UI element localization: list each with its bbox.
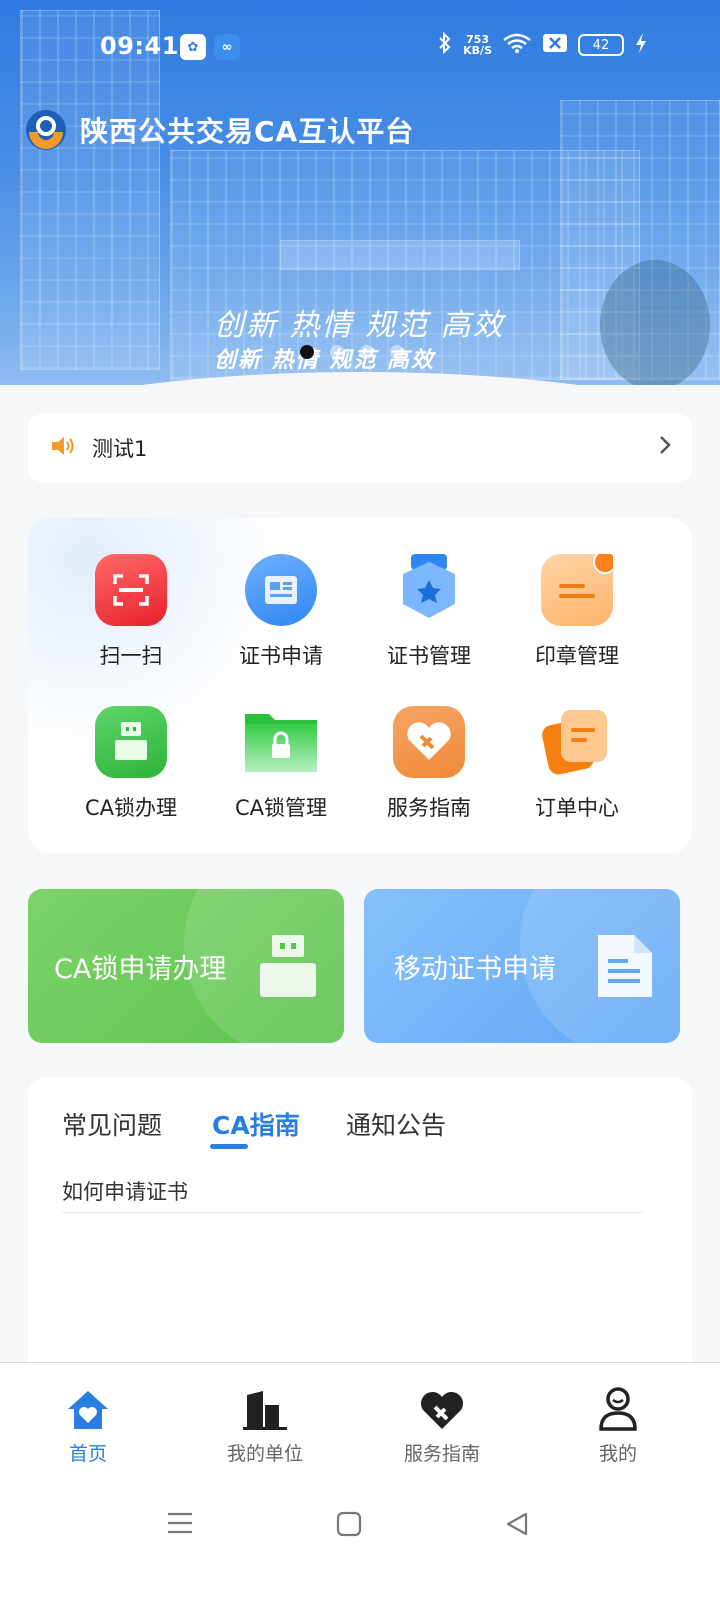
scan-icon (95, 554, 167, 626)
network-speed: 753 KB/S (463, 34, 492, 56)
status-icons: 753 KB/S 42 (437, 31, 648, 58)
notice-bar[interactable]: 测试1 (28, 414, 692, 482)
banner-slogan: 创新 热情 规范 高效 (214, 308, 505, 343)
status-bar: 09:41 ✿ ∞ 753 KB/S 42 (0, 28, 720, 68)
folder-lock-icon (245, 706, 317, 778)
order-center-icon (541, 706, 613, 778)
info-tabs-panel: 常见问题 CA指南 通知公告 如何申请证书 (28, 1078, 692, 1378)
chevron-right-icon (658, 433, 672, 463)
seal-manage-icon (541, 550, 617, 626)
grid-item-ca-lock-apply[interactable]: CA锁办理 (56, 706, 206, 822)
charging-icon (634, 32, 648, 58)
nav-label: 首页 (68, 1443, 107, 1465)
grid-item-label: 证书管理 (387, 644, 471, 668)
ca-lock-apply-card[interactable]: CA锁申请办理 (28, 889, 344, 1043)
battery-indicator: 42 (578, 34, 624, 56)
nav-label: 我的单位 (226, 1443, 303, 1465)
grid-item-service-guide[interactable]: 服务指南 (354, 706, 504, 822)
grid-item-label: 扫一扫 (99, 644, 163, 668)
service-guide-icon (393, 706, 465, 778)
app-header: 陕西公共交易CA互认平台 (24, 108, 414, 152)
usb-key-icon (95, 706, 167, 778)
notice-text: 测试1 (92, 437, 148, 461)
notification-app-icon: ∞ (214, 34, 240, 60)
nav-label: 我的 (598, 1443, 637, 1465)
status-time: 09:41 (100, 32, 179, 60)
certificate-manage-icon (393, 554, 465, 626)
nav-service-guide[interactable]: 服务指南 (382, 1383, 502, 1466)
grid-item-certificate-apply[interactable]: 证书申请 (206, 554, 356, 670)
handshake-heart-icon (382, 1383, 502, 1431)
nav-mine[interactable]: 我的 (558, 1383, 678, 1466)
grid-item-ca-lock-manage[interactable]: CA锁管理 (206, 706, 356, 822)
user-icon (558, 1383, 678, 1431)
back-icon[interactable] (504, 1511, 530, 1541)
grid-item-seal-manage[interactable]: 印章管理 (502, 550, 652, 670)
grid-item-label: 印章管理 (535, 644, 619, 668)
list-item[interactable]: 如何申请证书 (62, 1176, 188, 1206)
header-banner: 09:41 ✿ ∞ 753 KB/S 42 陕西公共交易CA互认平台 创新 热情… (0, 0, 720, 385)
certificate-apply-icon (245, 554, 317, 626)
divider (62, 1212, 644, 1213)
active-tab-indicator (210, 1144, 248, 1149)
usb-key-icon (258, 933, 318, 1003)
nav-home[interactable]: 首页 (28, 1383, 148, 1466)
carousel-dot[interactable] (390, 345, 404, 359)
carousel-dot[interactable] (360, 345, 374, 359)
grid-item-label: 服务指南 (387, 796, 471, 820)
document-icon (596, 933, 654, 1003)
tab-faq[interactable]: 常见问题 (62, 1106, 162, 1142)
banner-building-sign (280, 240, 520, 270)
grid-item-label: 证书申请 (239, 644, 323, 668)
platform-logo-icon (24, 108, 68, 152)
mobile-certificate-apply-card[interactable]: 移动证书申请 (364, 889, 680, 1043)
card-label: 移动证书申请 (394, 954, 556, 985)
home-heart-icon (28, 1383, 148, 1431)
app-title: 陕西公共交易CA互认平台 (80, 115, 415, 148)
nav-my-unit[interactable]: 我的单位 (205, 1383, 325, 1466)
sim-off-icon (542, 33, 568, 57)
menu-icon[interactable] (166, 1511, 194, 1539)
grid-item-label: 订单中心 (535, 796, 619, 820)
speaker-icon (50, 434, 76, 462)
grid-item-order-center[interactable]: 订单中心 (502, 706, 652, 822)
tab-ca-guide[interactable]: CA指南 (212, 1106, 300, 1142)
home-square-icon[interactable] (336, 1511, 362, 1541)
grid-item-label: CA锁办理 (84, 796, 178, 820)
tab-announcements[interactable]: 通知公告 (346, 1106, 446, 1142)
carousel-dot[interactable] (300, 345, 314, 359)
network-speed-unit: KB/S (463, 44, 492, 57)
building-icon (205, 1383, 325, 1431)
bluetooth-icon (437, 31, 453, 58)
grid-item-label: CA锁管理 (234, 796, 328, 820)
grid-item-certificate-manage[interactable]: 证书管理 (354, 554, 504, 670)
banner-tree (600, 260, 710, 385)
card-label: CA锁申请办理 (54, 954, 227, 985)
bottom-navigation: 首页 我的单位 服务指南 我的 (0, 1362, 720, 1600)
notification-app-icon: ✿ (180, 34, 206, 60)
carousel-indicator[interactable] (300, 345, 404, 359)
wifi-icon (502, 32, 532, 58)
carousel-dot[interactable] (330, 345, 344, 359)
function-grid: 扫一扫 证书申请 证书管理 印章管理 CA锁办理 CA锁管理 服务指南 订单中心 (28, 518, 692, 853)
grid-item-scan[interactable]: 扫一扫 (56, 554, 206, 670)
nav-label: 服务指南 (403, 1443, 480, 1465)
